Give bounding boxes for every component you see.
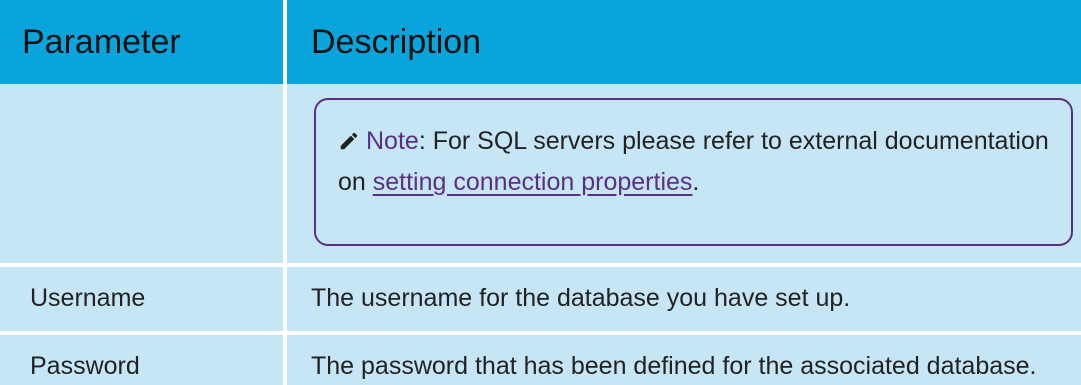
- connection-properties-link[interactable]: setting connection properties: [373, 168, 693, 196]
- note-label: Note: [366, 127, 419, 155]
- description-cell: Note: For SQL servers please refer to ex…: [287, 84, 1081, 267]
- table-row: Password The password that has been defi…: [0, 335, 1081, 385]
- note-text-end: .: [692, 168, 700, 196]
- parameter-cell: Username: [0, 267, 287, 335]
- note-callout: Note: For SQL servers please refer to ex…: [314, 98, 1073, 246]
- description-column-header: Description: [287, 0, 1081, 84]
- table-header-row: Parameter Description: [0, 0, 1081, 84]
- description-cell: The password that has been defined for t…: [287, 335, 1081, 385]
- table-row: Username The username for the database y…: [0, 267, 1081, 335]
- parameter-cell: Password: [0, 335, 287, 385]
- note-separator: :: [418, 127, 433, 155]
- parameter-table: Parameter Description Note: For SQL serv…: [0, 0, 1081, 385]
- pencil-icon: [338, 125, 360, 163]
- parameter-column-header: Parameter: [0, 0, 287, 84]
- description-cell: The username for the database you have s…: [287, 267, 1081, 335]
- parameter-cell: [0, 84, 287, 267]
- table-row: Note: For SQL servers please refer to ex…: [0, 84, 1081, 267]
